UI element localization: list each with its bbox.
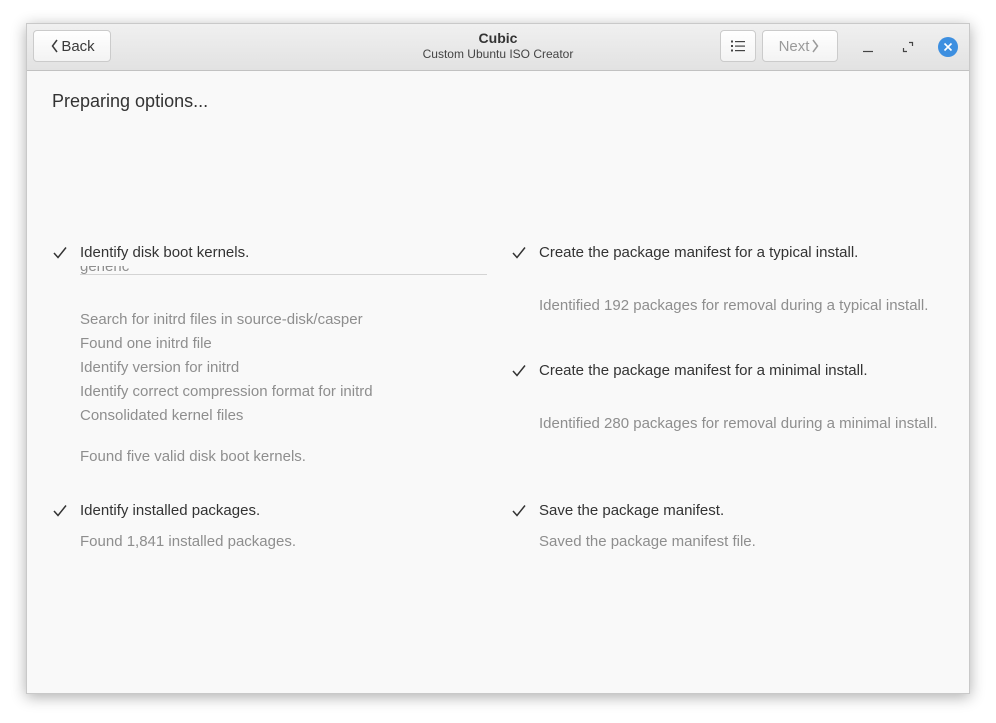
main-content: Preparing options... Identify disk boot …: [27, 71, 969, 693]
divider: [80, 274, 487, 275]
step-result-packages: Found 1,841 installed packages.: [80, 533, 296, 550]
header-bar: Back Cubic Custom Ubuntu ISO Creator Nex…: [27, 24, 969, 71]
list-icon: [731, 40, 745, 52]
log-line: Identify version for initrd: [80, 359, 239, 376]
maximize-icon: [902, 41, 914, 53]
page-heading: Preparing options...: [52, 91, 208, 112]
kernel-log-scroll[interactable]: generic: [80, 266, 488, 306]
step-result-typical: Identified 192 packages for removal duri…: [539, 297, 928, 314]
close-button[interactable]: [938, 37, 958, 57]
close-icon: [938, 37, 958, 57]
step-title-minimal: Create the package manifest for a minima…: [539, 362, 867, 379]
step-title-save: Save the package manifest.: [539, 502, 724, 519]
app-window: Back Cubic Custom Ubuntu ISO Creator Nex…: [26, 23, 970, 694]
step-title-packages: Identify installed packages.: [80, 502, 260, 519]
step-title-kernels: Identify disk boot kernels.: [80, 244, 249, 261]
check-icon: [511, 503, 527, 519]
log-line: Identify correct compression format for …: [80, 383, 373, 400]
next-button-label: Next: [779, 38, 810, 55]
check-icon: [52, 503, 68, 519]
log-line: Found one initrd file: [80, 335, 212, 352]
log-line: Search for initrd files in source-disk/c…: [80, 311, 363, 328]
check-icon: [52, 245, 68, 261]
maximize-button[interactable]: [898, 37, 918, 57]
step-title-typical: Create the package manifest for a typica…: [539, 244, 858, 261]
step-result-kernels: Found five valid disk boot kernels.: [80, 448, 306, 465]
log-line: Consolidated kernel files: [80, 407, 243, 424]
minimize-icon: [862, 41, 874, 53]
step-result-minimal: Identified 280 packages for removal duri…: [539, 415, 938, 432]
check-icon: [511, 245, 527, 261]
next-button[interactable]: Next: [762, 30, 838, 62]
step-result-save: Saved the package manifest file.: [539, 533, 756, 550]
minimize-button[interactable]: [858, 37, 878, 57]
list-button[interactable]: [720, 30, 756, 62]
chevron-right-icon: [811, 39, 819, 53]
check-icon: [511, 363, 527, 379]
